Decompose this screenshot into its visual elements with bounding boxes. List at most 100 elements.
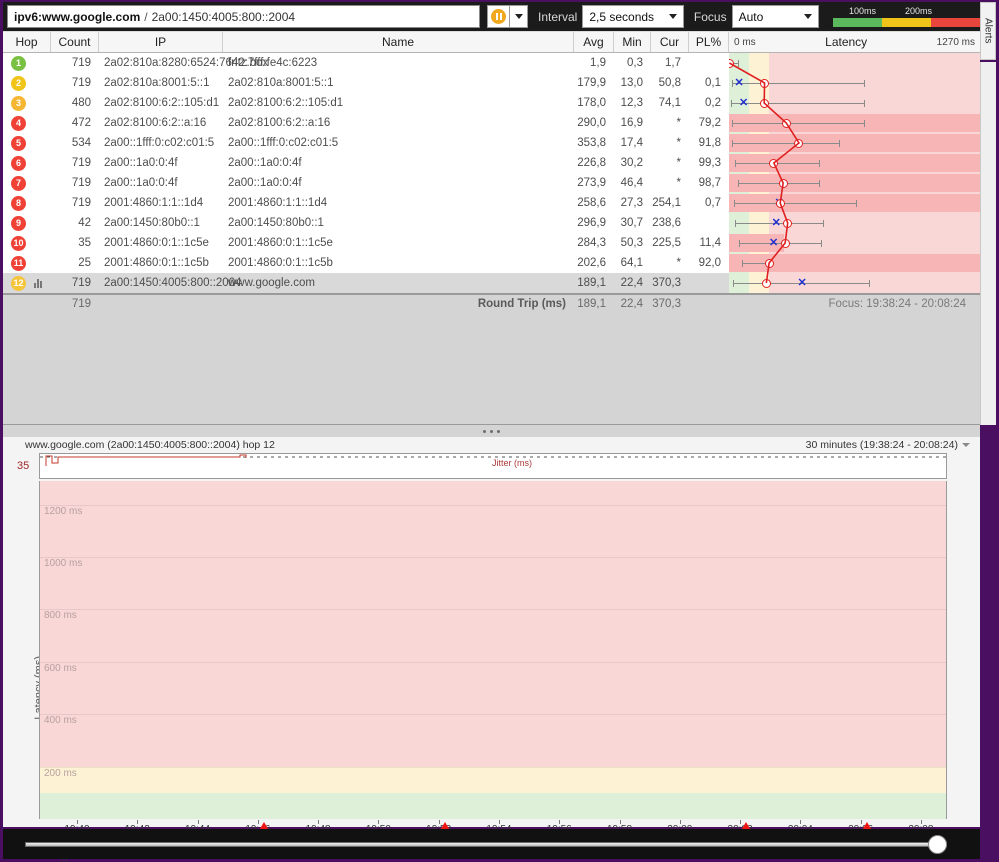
average-latency-dot (762, 279, 771, 288)
cell-pl: 98,7 (689, 173, 729, 193)
column-header-count[interactable]: Count (51, 32, 99, 52)
gridline-label: 200 ms (44, 768, 77, 779)
latency-plot-area[interactable]: 1200 ms1000 ms800 ms600 ms400 ms200 ms (39, 481, 947, 819)
gridline-label: 1200 ms (44, 506, 82, 517)
cell-latency-graph[interactable] (729, 133, 980, 153)
cell-latency-graph[interactable] (729, 253, 980, 273)
cell-min: 0,3 (614, 53, 651, 73)
cell-name: 2a00::1a0:0:4f (223, 153, 574, 173)
bar-chart-icon[interactable] (34, 278, 42, 288)
hop-badge: 1 (11, 56, 26, 71)
average-latency-dot (769, 159, 778, 168)
timeline-chart-panel: www.google.com (2a00:1450:4005:800::2004… (3, 437, 980, 827)
column-header-name[interactable]: Name (223, 32, 574, 52)
hop-badge: 11 (11, 256, 26, 271)
cell-latency-graph[interactable] (729, 113, 980, 133)
cell-count: 719 (51, 193, 99, 213)
timeline-track[interactable] (25, 842, 947, 847)
column-header-pl[interactable]: PL% (689, 32, 729, 52)
cell-latency-graph[interactable]: ✕ (729, 233, 980, 253)
table-row[interactable]: 67192a00::1a0:0:4f2a00::1a0:0:4f226,830,… (3, 153, 980, 173)
cell-latency-graph[interactable] (729, 153, 980, 173)
cell-name: 2a00::1a0:0:4f (223, 173, 574, 193)
current-sample-marker: ✕ (771, 218, 781, 228)
pause-dropdown-button[interactable] (510, 5, 528, 28)
target-input[interactable]: ipv6:www.google.com / 2a00:1450:4005:800… (7, 5, 480, 28)
table-row[interactable]: 9422a00:1450:80b0::12a00:1450:80b0::1296… (3, 213, 980, 233)
column-header-avg[interactable]: Avg (574, 32, 614, 52)
table-row[interactable]: 34802a02:8100:6:2::105:d12a02:8100:6:2::… (3, 93, 980, 113)
chevron-down-icon (804, 14, 812, 19)
cell-hop: 6 (3, 153, 51, 173)
alerts-tab[interactable]: Alerts (980, 2, 996, 60)
jitter-strip[interactable]: Jitter (ms) (39, 453, 947, 479)
cell-avg: 284,3 (574, 233, 614, 253)
table-row[interactable]: 11252001:4860:0:1::1c5b2001:4860:0:1::1c… (3, 253, 980, 273)
cell-name: 2a00:1450:80b0::1 (223, 213, 574, 233)
latency-plot[interactable]: 1290 0 Latency (ms) 30 Packet Loss % 120… (39, 481, 947, 862)
hop-badge: 5 (11, 136, 26, 151)
table-row[interactable]: 44722a02:8100:6:2::a:162a02:8100:6:2::a:… (3, 113, 980, 133)
average-latency-dot (782, 119, 791, 128)
cell-ip: 2a00:1450:80b0::1 (99, 213, 223, 233)
min-max-whisker (732, 143, 839, 144)
pause-button[interactable] (487, 5, 510, 28)
cell-count: 719 (51, 153, 99, 173)
column-header-cur[interactable]: Cur (651, 32, 689, 52)
cell-latency-graph[interactable] (729, 173, 980, 193)
panel-splitter[interactable] (3, 425, 980, 437)
chart-title: www.google.com (2a00:1450:4005:800::2004… (25, 439, 275, 451)
summary-row: 719 Round Trip (ms) 189,1 22,4 370,3 Foc… (3, 293, 980, 313)
cell-latency-graph[interactable]: ✕ (729, 93, 980, 113)
cell-count: 42 (51, 213, 99, 233)
pause-icon (491, 9, 506, 24)
table-row[interactable]: 17192a02:810a:8280:6524:7642:7fff:fe4c:6… (3, 53, 980, 73)
average-latency-dot (783, 219, 792, 228)
cell-ip: 2001:4860:1:1::1d4 (99, 193, 223, 213)
chevron-down-icon (962, 443, 970, 447)
cell-cur: 238,6 (651, 213, 689, 233)
focus-select[interactable]: Auto (732, 5, 819, 28)
interval-select[interactable]: 2,5 seconds (582, 5, 684, 28)
zone-warning (40, 767, 946, 793)
cell-latency-graph[interactable]: ✕ (729, 73, 980, 93)
table-row[interactable]: 27192a02:810a:8001:5::12a02:810a:8001:5:… (3, 73, 980, 93)
latency-title: Latency (825, 35, 867, 49)
current-sample-marker: ✕ (769, 238, 779, 248)
column-header-hop[interactable]: Hop (3, 32, 51, 52)
gridline-label: 400 ms (44, 715, 77, 726)
cell-latency-graph[interactable] (729, 53, 980, 73)
cell-cur: * (651, 253, 689, 273)
average-latency-dot (781, 239, 790, 248)
splitter-dot (490, 430, 493, 433)
table-row[interactable]: 127192a00:1450:4005:800::2004www.google.… (3, 273, 980, 293)
column-header-min[interactable]: Min (614, 32, 651, 52)
average-latency-dot (776, 199, 785, 208)
cell-latency-graph[interactable]: ✕ (729, 213, 980, 233)
cell-min: 13,0 (614, 73, 651, 93)
chart-range-selector[interactable]: 30 minutes (19:38:24 - 20:08:24) (806, 439, 970, 451)
min-max-whisker (731, 103, 865, 104)
latency-scale-max: 1270 ms (937, 37, 975, 48)
cell-avg: 258,6 (574, 193, 614, 213)
target-host-label: ipv6:www.google.com (14, 10, 140, 24)
cell-cur: * (651, 173, 689, 193)
cell-hop: 2 (3, 73, 51, 93)
min-max-whisker (732, 123, 865, 124)
timeline-knob[interactable] (928, 835, 947, 854)
current-sample-marker: ✕ (797, 278, 807, 288)
cell-pl: 0,1 (689, 73, 729, 93)
table-row[interactable]: 55342a00::1fff:0:c02:c01:52a00::1fff:0:c… (3, 133, 980, 153)
table-row[interactable]: 10352001:4860:0:1::1c5e2001:4860:0:1::1c… (3, 233, 980, 253)
gridline-label: 600 ms (44, 663, 77, 674)
table-row[interactable]: 87192001:4860:1:1::1d42001:4860:1:1::1d4… (3, 193, 980, 213)
timeline-scrollbar[interactable] (3, 829, 980, 859)
cell-cur: 50,8 (651, 73, 689, 93)
cell-latency-graph[interactable]: ✕ (729, 193, 980, 213)
table-row[interactable]: 77192a00::1a0:0:4f2a00::1a0:0:4f273,946,… (3, 173, 980, 193)
zone-bad (40, 481, 946, 767)
gridline (40, 505, 946, 506)
gridline (40, 714, 946, 715)
column-header-ip[interactable]: IP (99, 32, 223, 52)
cell-latency-graph[interactable]: ✕ (729, 273, 980, 293)
